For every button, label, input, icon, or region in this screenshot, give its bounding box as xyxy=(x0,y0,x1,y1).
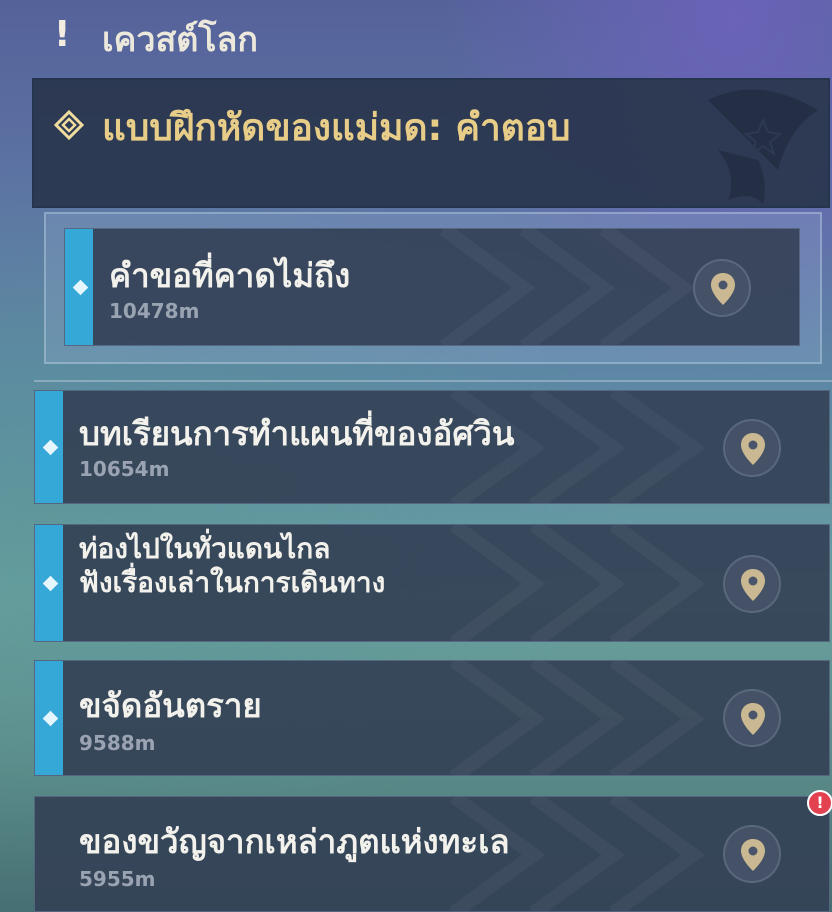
parent-quest-title: แบบฝึกหัดของแม่มด: คำตอบ xyxy=(102,106,571,149)
divider xyxy=(34,380,832,382)
map-pin-icon xyxy=(711,273,735,305)
parent-quest-header[interactable]: แบบฝึกหัดของแม่มด: คำตอบ xyxy=(32,78,830,208)
quest-title-line-2: ฟังเรื่องเล่าในการเดินทาง xyxy=(79,566,386,599)
quest-title: ของขวัญจากเหล่าภูตแห่งทะเล xyxy=(79,822,510,861)
track-quest-button[interactable] xyxy=(723,689,781,747)
world-quest-header: ! เควสต์โลก xyxy=(0,0,832,72)
quest-title-line-1: ท่องไปในทั่วแดนไกล xyxy=(79,532,331,565)
track-quest-button[interactable] xyxy=(723,419,781,477)
map-pin-icon xyxy=(741,839,765,871)
quest-title: ขจัดอันตราย xyxy=(79,686,262,725)
header-title: เควสต์โลก xyxy=(102,20,258,60)
quest-item-eliminate-danger[interactable]: ขจัดอันตราย 9588m xyxy=(34,660,830,776)
map-pin-icon xyxy=(741,703,765,735)
alert-badge-icon: ! xyxy=(807,790,832,816)
track-quest-button[interactable] xyxy=(723,555,781,613)
track-quest-button[interactable] xyxy=(693,259,751,317)
track-quest-button[interactable] xyxy=(723,825,781,883)
quest-distance: 5955m xyxy=(79,867,156,891)
quest-distance: 10654m xyxy=(79,457,170,481)
quest-item-knight-mapping-lesson[interactable]: บทเรียนการทำแผนที่ของอัศวิน 10654m xyxy=(34,390,830,504)
exclamation-icon: ! xyxy=(54,14,71,55)
quest-title: บทเรียนการทำแผนที่ของอัศวิน xyxy=(79,414,515,453)
quest-distance: 10478m xyxy=(109,299,200,323)
witch-hat-emblem xyxy=(708,89,818,205)
quest-item-travel-far-lands[interactable]: ท่องไปในทั่วแดนไกล ฟังเรื่องเล่าในการเดิ… xyxy=(34,524,830,642)
quest-item-unexpected-request[interactable]: คำขอที่คาดไม่ถึง 10478m xyxy=(64,228,800,346)
map-pin-icon xyxy=(741,569,765,601)
map-pin-icon xyxy=(741,433,765,465)
quest-diamond-icon xyxy=(54,110,84,140)
quest-title: คำขอที่คาดไม่ถึง xyxy=(109,256,351,295)
quest-distance: 9588m xyxy=(79,731,156,755)
quest-item-gifts-from-sea-spirits[interactable]: ของขวัญจากเหล่าภูตแห่งทะเล 5955m xyxy=(34,796,830,912)
